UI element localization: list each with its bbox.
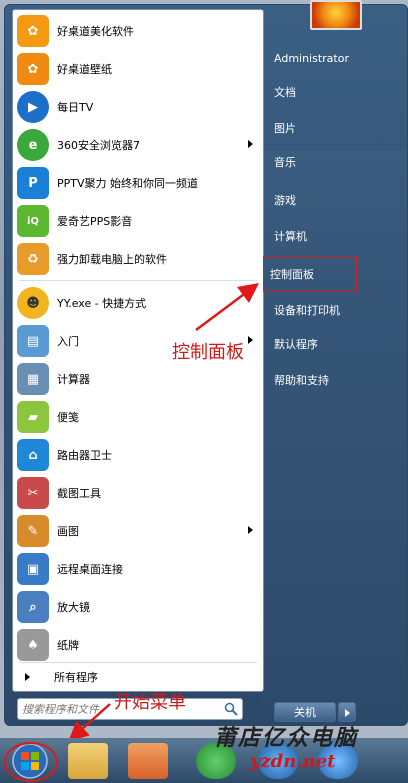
start-highlight-ellipse: [4, 742, 58, 782]
annotation-arrows: [68, 283, 260, 742]
watermark-text: 莆店亿众电脑: [214, 725, 359, 751]
explorer-taskbar-icon[interactable]: [68, 743, 108, 779]
watermark-url: yzdn.net: [250, 751, 336, 772]
annotation-start-menu: 开始菜单: [114, 692, 186, 713]
annotation-control-panel: 控制面板: [172, 342, 244, 363]
media-player-taskbar-icon[interactable]: [128, 743, 168, 779]
